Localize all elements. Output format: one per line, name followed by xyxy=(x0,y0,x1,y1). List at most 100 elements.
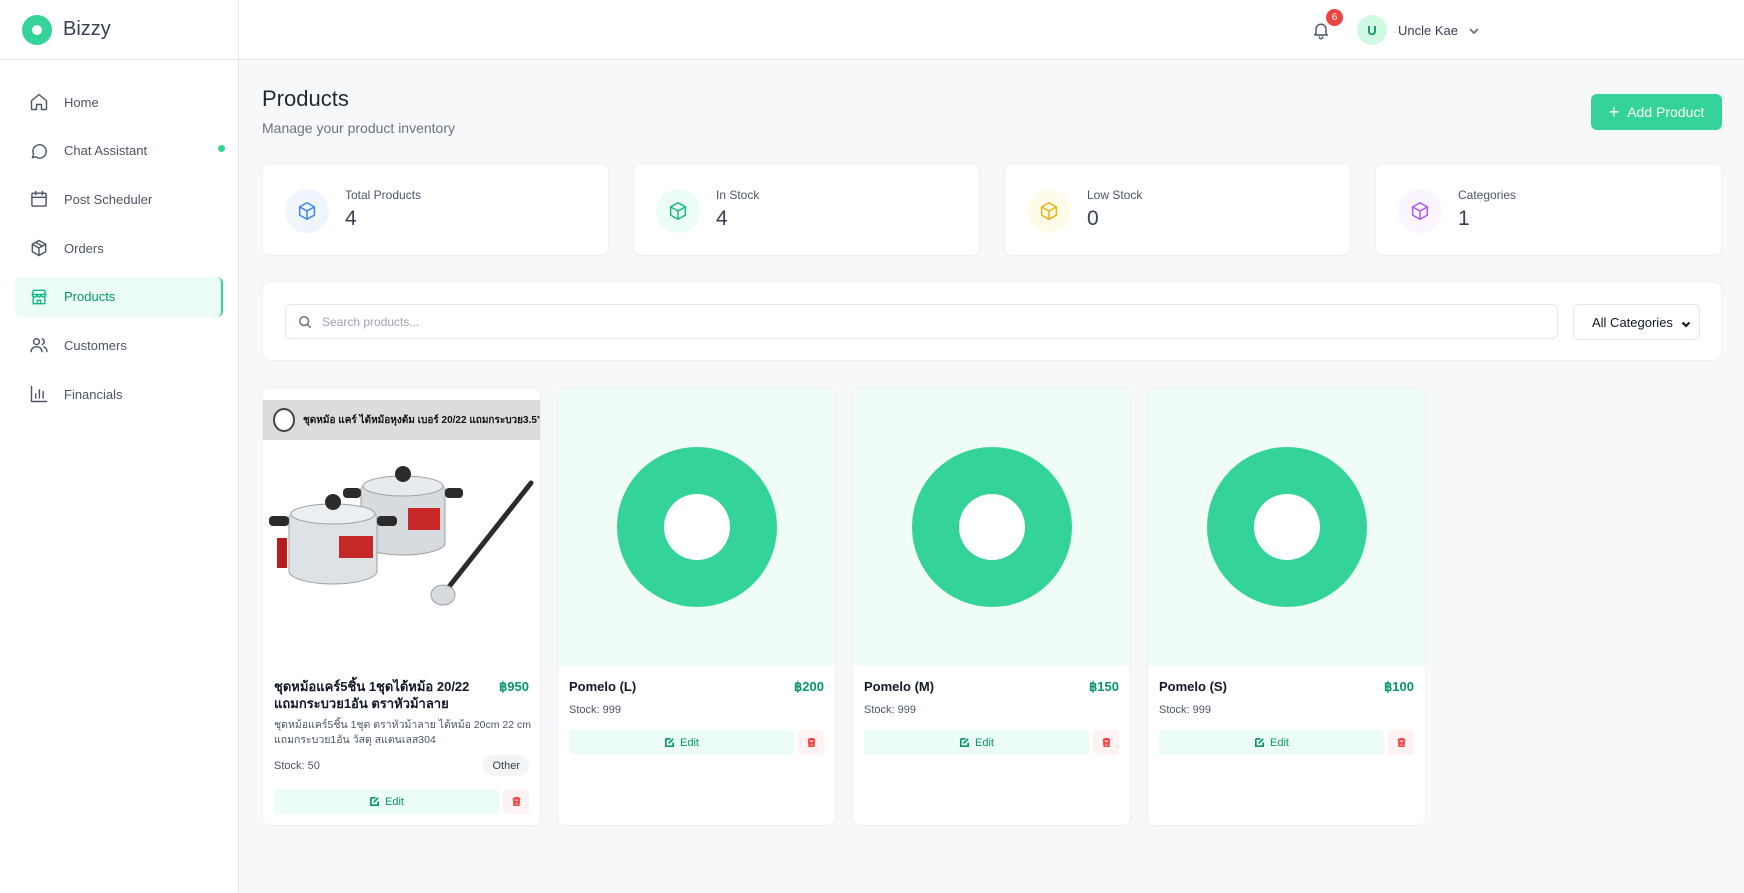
product-card: ชุดหม้อ แคร์ ได้หม้อหุงต้ม เบอร์ 20/22 แ… xyxy=(262,387,541,826)
box-icon xyxy=(1398,189,1442,233)
sidebar-item-post-scheduler[interactable]: Post Scheduler xyxy=(15,179,223,219)
edit-button[interactable]: Edit xyxy=(274,789,499,814)
stat-value: 0 xyxy=(1087,207,1099,230)
product-image-placeholder xyxy=(558,388,835,666)
product-card: Pomelo (S) ฿100 Stock: 999 Edit xyxy=(1147,387,1426,826)
product-description: ชุดหม้อแคร์5ชิ้น 1ชุด ตราหัวม้าลาย ได้หม… xyxy=(274,719,532,746)
online-indicator xyxy=(218,144,225,152)
category-select-value: All Categories xyxy=(1592,314,1673,330)
product-price: ฿150 xyxy=(1089,679,1119,694)
product-image-placeholder xyxy=(853,388,1130,666)
delete-button[interactable] xyxy=(503,789,529,814)
category-tag: Other xyxy=(483,755,529,776)
sidebar-item-home[interactable]: Home xyxy=(15,82,223,122)
plus-icon: + xyxy=(1608,102,1620,122)
trash-icon xyxy=(512,797,520,806)
sidebar: Bizzy Home Chat Assistant Post Scheduler… xyxy=(0,0,239,893)
product-card: Pomelo (L) ฿200 Stock: 999 Edit xyxy=(557,387,836,826)
stat-label: Low Stock xyxy=(1087,188,1143,202)
delete-button[interactable] xyxy=(798,730,824,755)
edit-label: Edit xyxy=(975,736,994,749)
category-select[interactable]: All Categories xyxy=(1573,304,1700,340)
search-icon xyxy=(298,315,312,328)
edit-button[interactable]: Edit xyxy=(864,730,1089,755)
users-icon xyxy=(30,338,48,353)
search-panel: All Categories xyxy=(262,281,1722,361)
search-input[interactable] xyxy=(322,314,1522,329)
calendar-icon xyxy=(31,191,47,208)
sidebar-item-label: Home xyxy=(64,94,99,110)
avatar: U xyxy=(1357,15,1387,45)
sidebar-item-label: Chat Assistant xyxy=(64,143,148,159)
search-box[interactable] xyxy=(285,304,1558,339)
product-price: ฿950 xyxy=(499,679,529,694)
sidebar-nav: Home Chat Assistant Post Scheduler Order… xyxy=(15,82,225,423)
product-stock: Stock: 50 xyxy=(274,760,320,772)
placeholder-logo-icon xyxy=(616,447,777,607)
box-icon xyxy=(656,189,700,233)
stat-value: 1 xyxy=(1458,207,1470,230)
app-name: Bizzy xyxy=(63,18,111,40)
box-icon xyxy=(285,189,329,233)
stat-card-total-products: Total Products 4 xyxy=(262,163,609,256)
placeholder-logo-icon xyxy=(911,447,1072,607)
add-product-button[interactable]: + Add Product xyxy=(1591,94,1722,130)
chat-icon xyxy=(31,143,47,159)
edit-label: Edit xyxy=(1270,736,1289,749)
delete-button[interactable] xyxy=(1388,730,1414,755)
package-icon xyxy=(31,239,47,257)
edit-label: Edit xyxy=(385,795,404,808)
product-price: ฿200 xyxy=(794,679,824,694)
product-name[interactable]: ชุดหม้อแคร์5ชิ้น 1ชุดได้หม้อ 20/22 แถมกร… xyxy=(274,678,484,712)
edit-icon xyxy=(960,738,970,747)
placeholder-logo-icon xyxy=(1206,447,1367,607)
stat-label: In Stock xyxy=(716,188,760,202)
sidebar-item-label: Orders xyxy=(64,240,104,256)
bar-chart-icon xyxy=(30,385,48,403)
box-icon xyxy=(1027,189,1071,233)
sidebar-item-label: Customers xyxy=(64,337,127,353)
home-icon xyxy=(30,93,48,111)
edit-icon xyxy=(1255,738,1265,747)
trash-icon xyxy=(807,738,815,747)
brand[interactable]: Bizzy xyxy=(0,0,238,60)
edit-button[interactable]: Edit xyxy=(1159,730,1384,755)
product-card: Pomelo (M) ฿150 Stock: 999 Edit xyxy=(852,387,1131,826)
stat-value: 4 xyxy=(716,207,728,230)
delete-button[interactable] xyxy=(1093,730,1119,755)
sidebar-item-orders[interactable]: Orders xyxy=(15,228,223,268)
user-menu[interactable]: U Uncle Kae xyxy=(1357,15,1480,45)
product-price: ฿100 xyxy=(1384,679,1414,694)
chevron-down-icon xyxy=(1681,317,1691,328)
sidebar-item-label: Products xyxy=(64,289,116,305)
add-product-label: Add Product xyxy=(1627,104,1705,120)
product-image: ชุดหม้อ แคร์ ได้หม้อหุงต้ม เบอร์ 20/22 แ… xyxy=(263,388,540,666)
edit-button[interactable]: Edit xyxy=(569,730,794,755)
stat-card-in-stock: In Stock 4 xyxy=(633,163,980,256)
stat-label: Total Products xyxy=(345,188,422,202)
sidebar-item-chat-assistant[interactable]: Chat Assistant xyxy=(15,131,225,171)
sidebar-item-financials[interactable]: Financials xyxy=(15,374,223,414)
sidebar-item-label: Post Scheduler xyxy=(64,191,153,207)
product-name[interactable]: Pomelo (S) xyxy=(1159,678,1369,695)
product-name[interactable]: Pomelo (L) xyxy=(569,678,779,695)
product-name[interactable]: Pomelo (M) xyxy=(864,678,1074,695)
notification-count-badge: 6 xyxy=(1326,9,1343,26)
edit-icon xyxy=(665,738,675,747)
product-stock: Stock: 999 xyxy=(1159,704,1211,716)
stat-card-low-stock: Low Stock 0 xyxy=(1004,163,1351,256)
product-stock: Stock: 999 xyxy=(569,704,621,716)
trash-icon xyxy=(1102,738,1110,747)
sidebar-item-products[interactable]: Products xyxy=(15,276,223,317)
store-icon xyxy=(31,289,47,305)
trash-icon xyxy=(1397,738,1405,747)
product-image-placeholder xyxy=(1148,388,1425,666)
sidebar-item-customers[interactable]: Customers xyxy=(15,325,223,365)
top-bar xyxy=(239,0,1744,60)
sidebar-item-label: Financials xyxy=(64,386,123,402)
edit-icon xyxy=(370,797,380,806)
user-name: Uncle Kae xyxy=(1398,22,1458,38)
stat-card-categories: Categories 1 xyxy=(1375,163,1722,256)
cookware-set-image xyxy=(269,466,534,606)
product-stock: Stock: 999 xyxy=(864,704,916,716)
